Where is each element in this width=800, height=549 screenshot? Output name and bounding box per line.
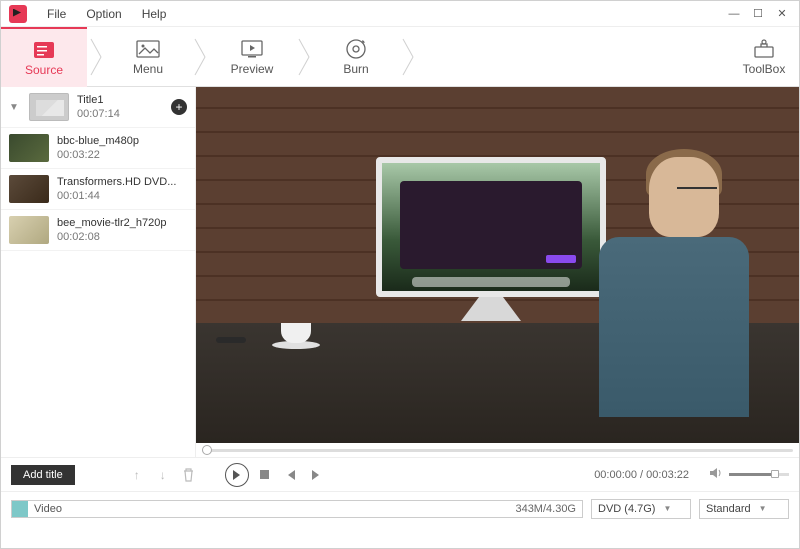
thumbnail-icon bbox=[9, 134, 49, 162]
preview-icon bbox=[240, 38, 264, 60]
window-controls: — ☐ ✕ bbox=[725, 7, 795, 21]
capacity-bar: Video 343M/4.30G bbox=[11, 500, 583, 518]
thumbnail-icon bbox=[9, 175, 49, 203]
menu-icon bbox=[136, 38, 160, 60]
tab-preview[interactable]: Preview bbox=[209, 27, 295, 87]
step-sep bbox=[295, 27, 313, 87]
title-duration: 00:07:14 bbox=[77, 108, 163, 120]
add-title-button[interactable]: Add title bbox=[11, 465, 75, 485]
app-logo-icon bbox=[9, 5, 27, 23]
dropdown-value: DVD (4.7G) bbox=[598, 503, 655, 515]
thumbnail-placeholder-icon bbox=[29, 93, 69, 121]
toolbox-icon bbox=[752, 38, 776, 60]
track-label: Video bbox=[28, 503, 62, 515]
title-duration: 00:02:08 bbox=[57, 231, 187, 243]
stop-button[interactable] bbox=[255, 465, 275, 485]
menu-option[interactable]: Option bbox=[76, 3, 131, 25]
expand-icon[interactable]: ▼ bbox=[9, 102, 21, 113]
menubar: File Option Help — ☐ ✕ bbox=[1, 1, 799, 27]
title-item[interactable]: Transformers.HD DVD... 00:01:44 bbox=[1, 169, 195, 210]
caret-down-icon: ▼ bbox=[759, 504, 767, 513]
progress-handle[interactable] bbox=[202, 445, 212, 455]
minimize-icon[interactable]: — bbox=[725, 7, 743, 21]
tab-toolbox[interactable]: ToolBox bbox=[729, 27, 799, 87]
menu-help[interactable]: Help bbox=[132, 3, 177, 25]
tab-source[interactable]: Source bbox=[1, 27, 87, 87]
progress-bar[interactable] bbox=[196, 443, 799, 457]
step-sep bbox=[399, 27, 417, 87]
maximize-icon[interactable]: ☐ bbox=[749, 7, 767, 21]
title-name: bee_movie-tlr2_h720p bbox=[57, 217, 187, 229]
title-item[interactable]: ▼ Title1 00:07:14 + bbox=[1, 87, 195, 128]
disc-type-dropdown[interactable]: DVD (4.7G) ▼ bbox=[591, 499, 691, 519]
move-up-icon[interactable]: ↑ bbox=[127, 465, 147, 485]
volume-icon bbox=[709, 467, 723, 482]
size-label: 343M/4.30G bbox=[515, 503, 576, 515]
source-icon bbox=[32, 39, 56, 61]
move-down-icon[interactable]: ↓ bbox=[153, 465, 173, 485]
tab-menu[interactable]: Menu bbox=[105, 27, 191, 87]
time-display: 00:00:00 / 00:03:22 bbox=[594, 469, 689, 481]
tab-label: Preview bbox=[231, 62, 274, 76]
title-item[interactable]: bee_movie-tlr2_h720p 00:02:08 bbox=[1, 210, 195, 251]
title-name: Transformers.HD DVD... bbox=[57, 176, 187, 188]
thumbnail-icon bbox=[9, 216, 49, 244]
tab-label: ToolBox bbox=[743, 62, 786, 76]
video-preview[interactable] bbox=[196, 87, 799, 443]
play-button[interactable] bbox=[225, 463, 249, 487]
close-icon[interactable]: ✕ bbox=[773, 7, 791, 21]
volume-slider[interactable] bbox=[729, 473, 789, 476]
prev-button[interactable] bbox=[281, 465, 301, 485]
step-sep bbox=[87, 27, 105, 87]
next-button[interactable] bbox=[307, 465, 327, 485]
step-sep bbox=[191, 27, 209, 87]
controls-row: Add title ↑ ↓ 00:00:00 / 00:03:22 bbox=[1, 457, 799, 491]
bottom-row: Video 343M/4.30G DVD (4.7G) ▼ Standard ▼ bbox=[1, 491, 799, 525]
title-list: ▼ Title1 00:07:14 + bbc-blue_m480p 00:03… bbox=[1, 87, 196, 457]
tab-burn[interactable]: Burn bbox=[313, 27, 399, 87]
caret-down-icon: ▼ bbox=[663, 504, 671, 513]
title-item[interactable]: bbc-blue_m480p 00:03:22 bbox=[1, 128, 195, 169]
step-tabs: Source Menu Preview Burn ToolBox bbox=[1, 27, 799, 87]
title-duration: 00:01:44 bbox=[57, 190, 187, 202]
volume-control[interactable] bbox=[709, 467, 789, 482]
menu-file[interactable]: File bbox=[37, 3, 76, 25]
tab-label: Source bbox=[25, 63, 63, 77]
tab-label: Menu bbox=[133, 62, 163, 76]
quality-dropdown[interactable]: Standard ▼ bbox=[699, 499, 789, 519]
preview-panel bbox=[196, 87, 799, 457]
title-name: bbc-blue_m480p bbox=[57, 135, 187, 147]
title-duration: 00:03:22 bbox=[57, 149, 187, 161]
title-name: Title1 bbox=[77, 94, 163, 106]
dropdown-value: Standard bbox=[706, 503, 751, 515]
tab-label: Burn bbox=[343, 62, 368, 76]
delete-icon[interactable] bbox=[179, 465, 199, 485]
main-area: ▼ Title1 00:07:14 + bbc-blue_m480p 00:03… bbox=[1, 87, 799, 457]
add-media-icon[interactable]: + bbox=[171, 99, 187, 115]
burn-icon bbox=[344, 38, 368, 60]
